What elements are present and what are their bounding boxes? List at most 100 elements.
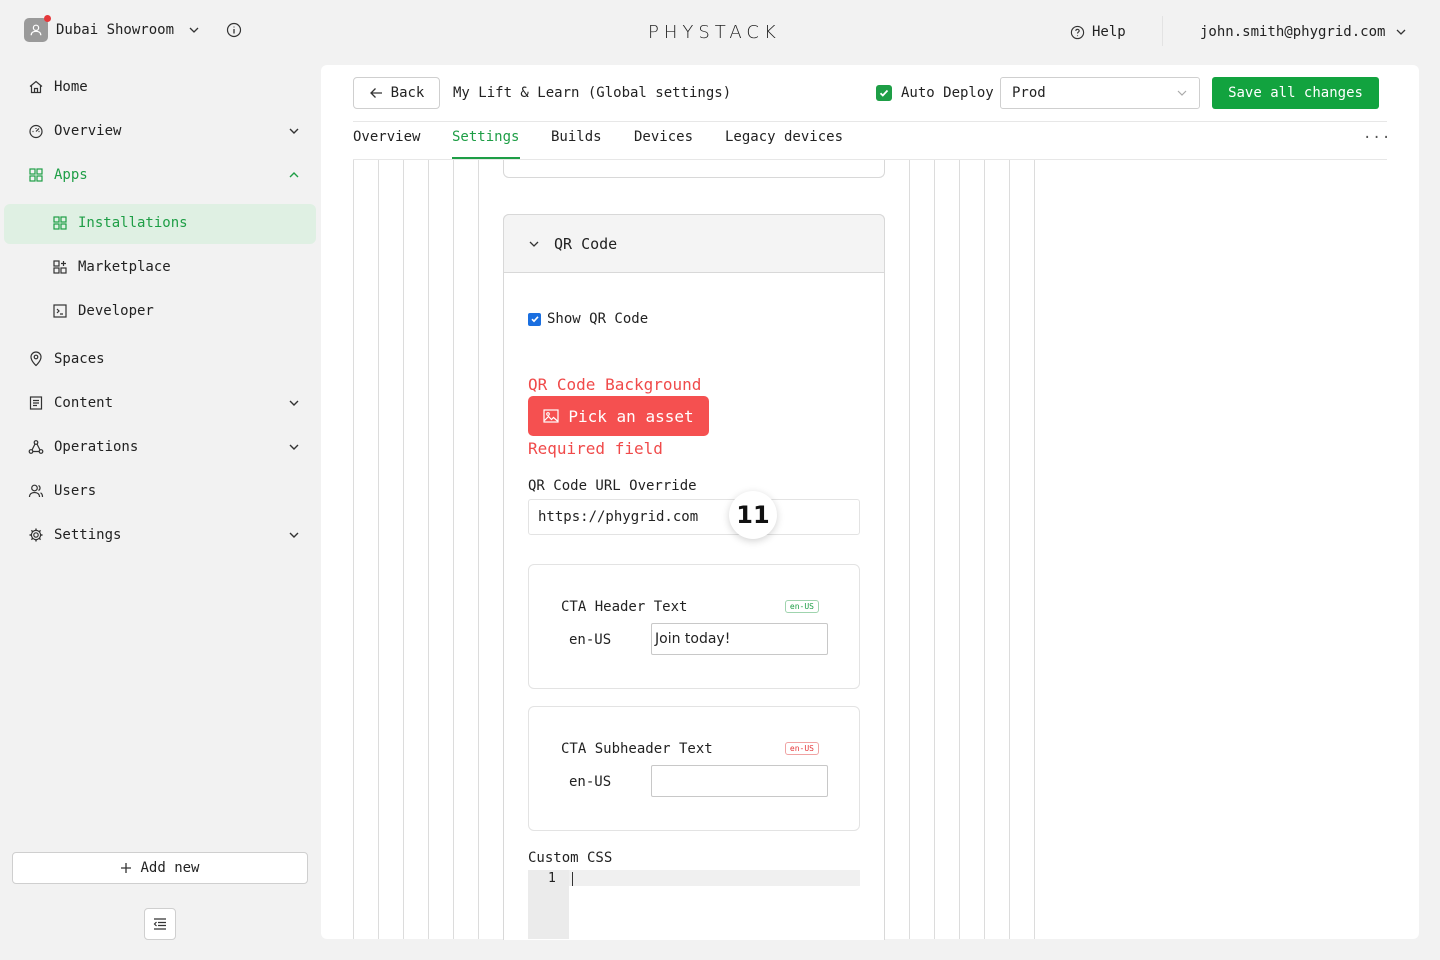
sidebar-item-users[interactable]: Users — [28, 483, 300, 499]
nest-guide-line — [453, 160, 454, 939]
cta-header-input[interactable]: Join today! — [651, 623, 828, 655]
sidebar-item-developer[interactable]: Developer — [52, 303, 154, 319]
check-icon — [879, 89, 889, 97]
tab-legacy-devices[interactable]: Legacy devices — [725, 129, 843, 145]
chevron-down-icon — [289, 400, 299, 406]
collapse-menu-icon — [153, 918, 166, 930]
back-button[interactable]: Back — [353, 77, 440, 109]
show-qr-code-label: Show QR Code — [547, 311, 649, 327]
gear-icon — [29, 528, 43, 542]
org-switcher[interactable]: Dubai Showroom — [24, 15, 242, 42]
help-label: Help — [1092, 24, 1126, 40]
editor-active-line[interactable] — [569, 870, 860, 886]
dashboard-icon — [29, 124, 43, 139]
sidebar-item-label: Marketplace — [78, 259, 171, 275]
org-name: Dubai Showroom — [56, 22, 175, 38]
nest-guide-line — [378, 160, 379, 939]
sidebar-item-label: Installations — [78, 215, 188, 231]
more-options-button[interactable]: ... — [1363, 126, 1391, 142]
locale-tag: en-US — [784, 742, 819, 755]
sidebar-item-content[interactable]: Content — [28, 395, 300, 411]
image-icon — [543, 409, 559, 423]
locale-tag: en-US — [784, 600, 819, 613]
cta-header-value: Join today! — [655, 631, 731, 647]
previous-section-card — [503, 160, 885, 178]
chevron-down-icon — [289, 532, 299, 538]
sidebar-item-home[interactable]: Home — [28, 79, 300, 95]
sidebar-item-overview[interactable]: Overview — [28, 123, 300, 139]
plus-icon — [121, 863, 132, 873]
nest-guide-line — [934, 160, 935, 939]
tab-overview[interactable]: Overview — [353, 129, 420, 145]
chevron-down-icon — [529, 241, 539, 247]
sidebar-item-label: Developer — [78, 303, 154, 319]
editor-line-number: 1 — [548, 871, 556, 886]
arrow-left-icon — [369, 88, 382, 98]
chevron-down-icon — [1177, 90, 1187, 96]
environment-select[interactable]: Prod — [1000, 77, 1200, 109]
nest-guide-line — [353, 160, 354, 939]
chevron-down-icon — [189, 27, 199, 33]
pick-asset-button[interactable]: Pick an asset — [528, 396, 709, 436]
tab-builds[interactable]: Builds — [551, 129, 602, 145]
nest-guide-line — [478, 160, 479, 939]
document-icon — [29, 396, 43, 410]
chevron-down-icon — [289, 444, 299, 450]
cta-header-label: CTA Header Text — [561, 599, 688, 615]
auto-deploy-checkbox[interactable] — [876, 85, 892, 101]
terminal-icon — [53, 304, 67, 318]
sidebar-item-label: Spaces — [54, 351, 105, 367]
info-icon[interactable] — [226, 22, 242, 38]
app-logo: PHYSTACK — [648, 22, 781, 43]
nest-guide-line — [959, 160, 960, 939]
url-override-input[interactable]: https://phygrid.com — [528, 499, 860, 535]
auto-deploy-toggle[interactable]: Auto Deploy — [876, 85, 994, 101]
section-title: QR Code — [554, 234, 618, 253]
sidebar-item-label: Users — [54, 483, 97, 499]
save-all-changes-button[interactable]: Save all changes — [1212, 77, 1379, 109]
cta-header-text-card: CTA Header Text en-US en-US Join today! — [528, 564, 860, 689]
show-qr-code-checkbox[interactable] — [528, 312, 541, 326]
user-icon — [30, 24, 42, 36]
add-new-label: Add new — [140, 860, 200, 876]
add-new-button[interactable]: Add new — [12, 852, 308, 884]
sidebar-item-spaces[interactable]: Spaces — [28, 351, 300, 367]
sidebar-item-marketplace[interactable]: Marketplace — [52, 259, 171, 275]
cta-subheader-input[interactable] — [651, 765, 828, 797]
sidebar-item-label: Operations — [54, 439, 139, 455]
user-email: john.smith@phygrid.com — [1200, 24, 1386, 40]
sidebar-item-label: Content — [54, 395, 114, 411]
nest-guide-line — [1009, 160, 1010, 939]
help-icon — [1070, 25, 1085, 39]
show-qr-code-field[interactable]: Show QR Code — [528, 311, 648, 327]
help-button[interactable]: Help — [1070, 24, 1126, 40]
back-label: Back — [390, 85, 425, 101]
org-avatar — [24, 15, 51, 42]
nest-guide-line — [403, 160, 404, 939]
auto-deploy-label: Auto Deploy — [901, 85, 994, 101]
cta-subheader-text-card: CTA Subheader Text en-US en-US — [528, 706, 860, 831]
users-icon — [28, 484, 44, 498]
page-title: My Lift & Learn (Global settings) — [453, 85, 732, 101]
language-label: en-US — [569, 632, 612, 648]
chevron-down-icon — [1396, 29, 1406, 35]
tab-devices[interactable]: Devices — [634, 129, 693, 145]
custom-css-label: Custom CSS — [528, 850, 613, 866]
sidebar-item-operations[interactable]: Operations — [28, 439, 300, 455]
sidebar-item-label: Apps — [54, 167, 88, 183]
cta-subheader-label: CTA Subheader Text — [561, 741, 713, 757]
user-menu[interactable]: john.smith@phygrid.com — [1200, 24, 1407, 40]
notification-dot — [44, 15, 51, 22]
toolbar-divider — [353, 121, 1387, 122]
sidebar-item-label: Settings — [54, 527, 122, 543]
sidebar-item-apps[interactable]: Apps — [28, 167, 300, 183]
sidebar-item-installations[interactable]: Installations — [52, 215, 188, 231]
language-label: en-US — [569, 774, 612, 790]
chevron-down-icon — [289, 128, 299, 134]
tab-settings[interactable]: Settings — [452, 129, 519, 145]
url-override-value: https://phygrid.com — [538, 509, 699, 525]
qr-code-section-header[interactable]: QR Code — [503, 214, 885, 273]
sidebar-item-settings[interactable]: Settings — [28, 527, 300, 543]
sidebar-item-label: Overview — [54, 123, 122, 139]
collapse-sidebar-button[interactable] — [144, 908, 176, 940]
